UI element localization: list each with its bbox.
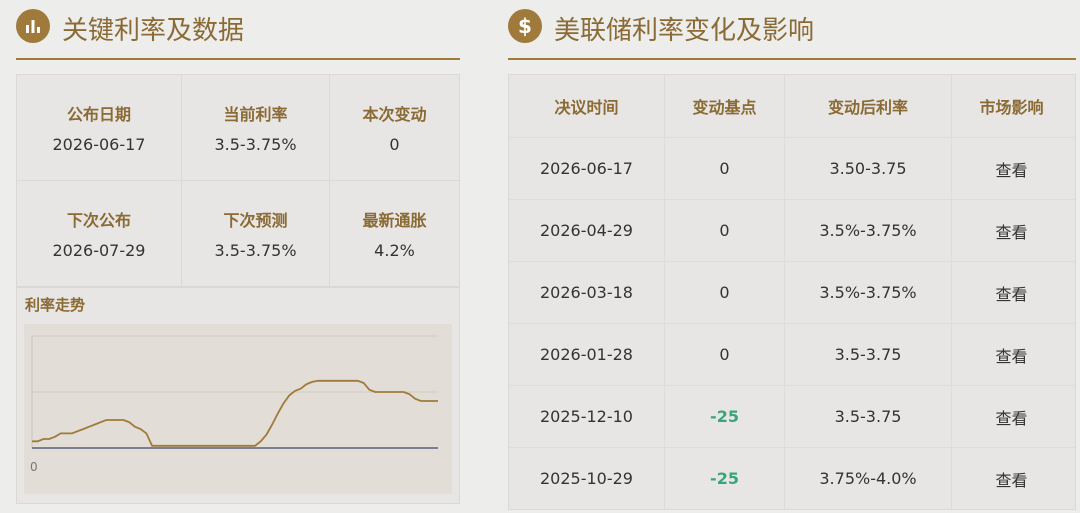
rate-trend-line — [32, 379, 438, 447]
rate-trend-chart-box: 0 — [24, 324, 452, 494]
header-date: 决议时间 — [509, 75, 665, 137]
cell-date: 2026-01-28 — [509, 324, 665, 385]
header-bp: 变动基点 — [665, 75, 785, 137]
stat-label: 最新通胀 — [362, 211, 427, 230]
cell-date: 2025-10-29 — [509, 448, 665, 509]
cell-rate: 3.75%-4.0% — [785, 448, 952, 509]
table-row: 2026-06-17 0 3.50-3.75 查看 — [509, 138, 1075, 200]
stat-next-publish: 下次公布 2026-07-29 — [17, 181, 182, 287]
stat-latest-inflation: 最新通胀 4.2% — [330, 181, 459, 287]
table-row: 2026-04-29 0 3.5%-3.75% 查看 — [509, 200, 1075, 262]
key-rates-panel: 关键利率及数据 公布日期 2026-06-17 当前利率 3.5-3.75% 本… — [16, 0, 460, 504]
cell-bp: 0 — [665, 138, 785, 199]
bar-chart-icon-svg — [26, 20, 40, 33]
stat-change: 本次变动 0 — [330, 75, 459, 181]
cell-date: 2025-12-10 — [509, 386, 665, 447]
view-link[interactable]: 查看 — [952, 386, 1071, 447]
cell-bp: 0 — [665, 200, 785, 261]
fed-rate-title: 美联储利率变化及影响 — [554, 16, 815, 46]
header-impact: 市场影响 — [979, 98, 1044, 117]
view-link[interactable]: 查看 — [952, 324, 1071, 385]
stat-next-forecast: 下次预测 3.5-3.75% — [182, 181, 330, 287]
cell-bp: 0 — [665, 262, 785, 323]
stat-value: 2026-07-29 — [52, 241, 146, 260]
fed-rate-table: 决议时间 变动基点 变动后利率 市场影响 2026-06-17 0 3.50-3… — [508, 74, 1076, 510]
cell-bp: 0 — [665, 324, 785, 385]
stat-value: 3.5-3.75% — [214, 241, 297, 260]
stat-label: 公布日期 — [66, 105, 131, 124]
fed-rate-panel: $ 美联储利率变化及影响 决议时间 变动基点 变动后利率 市场影响 2026-0… — [508, 0, 1076, 510]
cell-rate: 3.50-3.75 — [785, 138, 952, 199]
cell-rate: 3.5%-3.75% — [785, 262, 952, 323]
cell-bp: -25 — [665, 386, 785, 447]
view-link[interactable]: 查看 — [952, 200, 1071, 261]
cell-bp: -25 — [665, 448, 785, 509]
stat-value: 2026-06-17 — [52, 135, 146, 154]
rate-trend-chart: 0 — [30, 335, 438, 474]
stat-label: 下次公布 — [66, 211, 131, 230]
view-link[interactable]: 查看 — [952, 138, 1071, 199]
stat-current-rate: 当前利率 3.5-3.75% — [182, 75, 330, 181]
stat-publish-date: 公布日期 2026-06-17 — [17, 75, 182, 181]
cell-date: 2026-04-29 — [509, 200, 665, 261]
cell-rate: 3.5-3.75 — [785, 324, 952, 385]
y-tick-label: 0 — [30, 460, 38, 474]
dollar-icon: $ — [508, 9, 542, 43]
table-row: 2025-10-29 -25 3.75%-4.0% 查看 — [509, 448, 1075, 509]
view-link[interactable]: 查看 — [952, 448, 1071, 509]
table-row: 2026-01-28 0 3.5-3.75 查看 — [509, 324, 1075, 386]
header-rate: 变动后利率 — [785, 75, 952, 137]
key-rates-header: 关键利率及数据 — [16, 0, 460, 60]
table-header-row: 决议时间 变动基点 变动后利率 市场影响 — [509, 75, 1075, 138]
table-row: 2025-12-10 -25 3.5-3.75 查看 — [509, 386, 1075, 448]
cell-date: 2026-03-18 — [509, 262, 665, 323]
stat-value: 4.2% — [374, 241, 415, 260]
fed-rate-header: $ 美联储利率变化及影响 — [508, 0, 1076, 60]
cell-rate: 3.5%-3.75% — [785, 200, 952, 261]
bar-chart-icon — [16, 9, 50, 43]
table-row: 2026-03-18 0 3.5%-3.75% 查看 — [509, 262, 1075, 324]
view-link[interactable]: 查看 — [952, 262, 1071, 323]
stat-value: 3.5-3.75% — [214, 135, 297, 154]
stat-label: 下次预测 — [223, 211, 288, 230]
cell-rate: 3.5-3.75 — [785, 386, 952, 447]
key-rates-title: 关键利率及数据 — [62, 16, 245, 46]
rate-trend-section: 利率走势 0 — [16, 288, 460, 504]
stat-value: 0 — [389, 135, 400, 154]
stat-label: 本次变动 — [362, 105, 427, 124]
stats-grid: 公布日期 2026-06-17 当前利率 3.5-3.75% 本次变动 0 下次… — [16, 74, 460, 288]
cell-date: 2026-06-17 — [509, 138, 665, 199]
stat-label: 当前利率 — [223, 105, 288, 124]
rate-trend-label: 利率走势 — [25, 296, 86, 314]
